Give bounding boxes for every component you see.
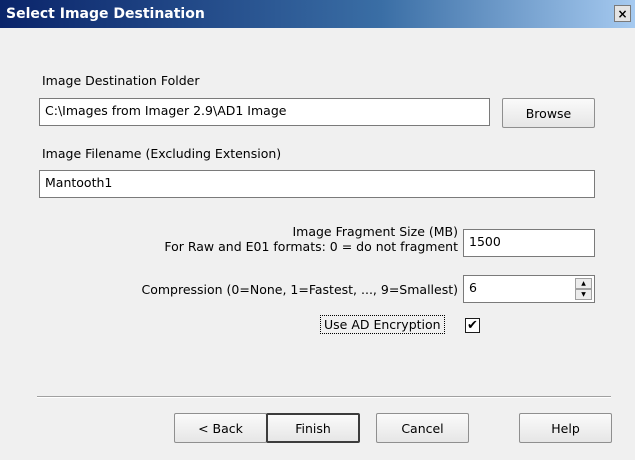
fragment-size-label-line2: For Raw and E01 formats: 0 = do not frag… — [164, 239, 458, 254]
fragment-size-value: 1500 — [469, 234, 501, 249]
compression-value: 6 — [469, 280, 477, 295]
compression-spin-buttons[interactable]: ▲ ▼ — [575, 278, 592, 300]
separator — [37, 396, 611, 398]
browse-button-label: Browse — [525, 105, 572, 121]
use-ad-encryption-label[interactable]: Use AD Encryption — [320, 315, 445, 334]
back-button-label: < Back — [198, 420, 243, 436]
destination-folder-input[interactable]: C:\Images from Imager 2.9\AD1 Image — [39, 98, 490, 126]
spin-up-icon[interactable]: ▲ — [575, 278, 592, 289]
back-button[interactable]: < Back — [174, 413, 267, 443]
fragment-size-label-line1: Image Fragment Size (MB) — [292, 224, 458, 239]
title-bar[interactable]: Select Image Destination × — [0, 0, 635, 28]
window-title: Select Image Destination — [6, 6, 205, 22]
fragment-size-label: Image Fragment Size (MB) For Raw and E01… — [164, 224, 458, 254]
image-filename-label: Image Filename (Excluding Extension) — [42, 146, 282, 161]
cancel-button-label: Cancel — [401, 420, 444, 436]
help-button-label: Help — [551, 420, 580, 436]
finish-button[interactable]: Finish — [266, 413, 360, 443]
spin-down-icon[interactable]: ▼ — [575, 289, 592, 300]
fragment-size-input[interactable]: 1500 — [463, 229, 595, 257]
cancel-button[interactable]: Cancel — [376, 413, 469, 443]
checkmark-icon: ✔ — [467, 318, 478, 333]
compression-spinner[interactable]: 6 ▲ ▼ — [463, 275, 595, 303]
image-filename-value: Mantooth1 — [45, 175, 113, 190]
browse-button[interactable]: Browse — [502, 98, 595, 128]
finish-button-label: Finish — [295, 420, 331, 436]
destination-folder-label: Image Destination Folder — [42, 73, 200, 88]
compression-label: Compression (0=None, 1=Fastest, ..., 9=S… — [141, 282, 458, 297]
image-filename-input[interactable]: Mantooth1 — [39, 170, 595, 198]
destination-folder-value: C:\Images from Imager 2.9\AD1 Image — [45, 103, 287, 118]
close-icon[interactable]: × — [617, 8, 627, 20]
help-button[interactable]: Help — [519, 413, 612, 443]
close-button[interactable]: × — [614, 5, 631, 22]
use-ad-encryption-checkbox[interactable]: ✔ — [465, 318, 480, 333]
